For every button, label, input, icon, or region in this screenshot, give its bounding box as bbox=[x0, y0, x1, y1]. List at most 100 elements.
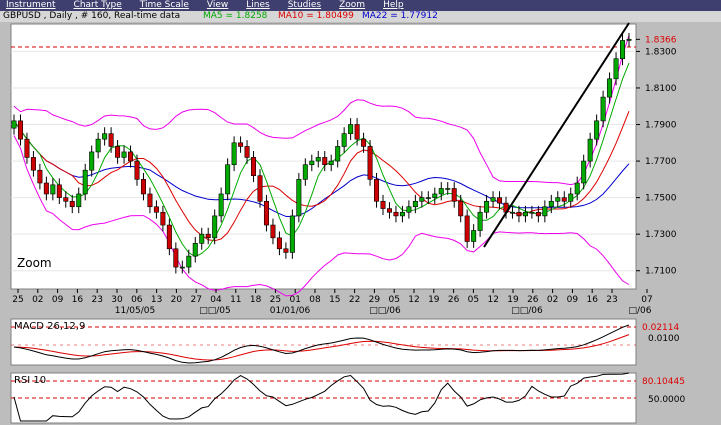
price-month-label: 11/05/05 bbox=[115, 306, 155, 316]
candle-up bbox=[335, 146, 341, 162]
menu-instrument[interactable]: Instrument bbox=[6, 0, 56, 11]
candle-up bbox=[82, 169, 88, 195]
candle-up bbox=[95, 138, 101, 153]
price-x-label: 05 bbox=[388, 295, 399, 305]
candle-down bbox=[270, 224, 276, 239]
candle-down bbox=[147, 193, 153, 208]
price-x-axis: 25 02 09 16 23 30 06 13 20 27 04 11 18 25 01 08 15 22 29 05… bbox=[12, 289, 653, 316]
candle-down bbox=[43, 182, 49, 195]
candle-up bbox=[412, 200, 418, 208]
candle-up bbox=[425, 197, 431, 199]
ma22-value: MA22 = 1.77912 bbox=[362, 11, 438, 21]
price-x-label: 19 bbox=[428, 295, 440, 305]
price-x-label: 09 bbox=[52, 295, 64, 305]
price-x-label: 30 bbox=[111, 295, 123, 305]
price-y-axis: 1.8366 1.8300 1.8100 1.7900 1.7700 1.7500 1.73… bbox=[636, 35, 677, 277]
candle-up bbox=[315, 157, 321, 162]
candle-up bbox=[607, 78, 613, 98]
rsi-panel[interactable]: RSI 10 80.10445 50.0000 bbox=[0, 371, 721, 425]
candle-up bbox=[199, 233, 205, 244]
candle-down bbox=[153, 206, 159, 213]
menu-bar: Instrument Chart Type Time Scale View Li… bbox=[0, 0, 721, 11]
price-x-label: 02 bbox=[32, 295, 43, 305]
candle-down bbox=[128, 151, 134, 162]
candle-down bbox=[69, 200, 75, 208]
candle-down bbox=[535, 211, 541, 217]
candle-up bbox=[309, 160, 315, 166]
candle-down bbox=[238, 142, 244, 147]
candle-up bbox=[587, 138, 593, 162]
candle-down bbox=[244, 146, 250, 158]
candle-up bbox=[548, 200, 554, 208]
price-y-label: 1.7300 bbox=[645, 230, 677, 240]
candle-up bbox=[341, 133, 347, 147]
candle-down bbox=[115, 146, 121, 158]
candle-up bbox=[620, 40, 626, 60]
candle-down bbox=[24, 138, 30, 158]
price-x-label: 04 bbox=[210, 295, 222, 305]
candle-up bbox=[555, 197, 561, 202]
candle-up bbox=[296, 179, 302, 217]
candle-up bbox=[581, 160, 587, 184]
candle-up bbox=[432, 193, 438, 198]
menu-studies[interactable]: Studies bbox=[288, 0, 321, 11]
candle-up bbox=[218, 193, 224, 217]
menu-lines[interactable]: Lines bbox=[246, 0, 269, 11]
price-x-label: 08 bbox=[309, 295, 321, 305]
candle-down bbox=[386, 208, 392, 213]
candle-down bbox=[30, 157, 36, 171]
candle bbox=[289, 209, 295, 259]
candle-up bbox=[89, 151, 95, 171]
price-x-label: 19 bbox=[507, 295, 519, 305]
macd-axis-label: 0.0100 bbox=[648, 334, 680, 344]
price-x-label: 13 bbox=[151, 295, 162, 305]
candle-up bbox=[225, 164, 231, 195]
rsi-value-label: 80.10445 bbox=[642, 377, 685, 387]
price-y-label: 1.7900 bbox=[645, 121, 677, 131]
symbol-info: GBPUSD , Daily , # 160, Real-time data bbox=[3, 11, 181, 21]
price-x-label: 02 bbox=[547, 295, 558, 305]
candle-up bbox=[289, 215, 295, 253]
ma5-value: MA5 = 1.8258 bbox=[203, 11, 268, 21]
candle-down bbox=[458, 200, 464, 217]
price-y-label: 1.7700 bbox=[645, 157, 677, 167]
menu-chart-type[interactable]: Chart Type bbox=[74, 0, 122, 11]
candle-up bbox=[542, 206, 548, 217]
candle-up bbox=[302, 164, 308, 180]
price-panel[interactable]: Zoom 1.8366 1.8300 1.8100 1.7900 1.7700 1.750… bbox=[0, 22, 721, 317]
zoom-label[interactable]: Zoom bbox=[17, 256, 52, 270]
price-x-label: 12 bbox=[487, 295, 498, 305]
candle-up bbox=[406, 206, 412, 213]
menu-view[interactable]: View bbox=[207, 0, 228, 11]
price-y-label: 1.7500 bbox=[645, 194, 677, 204]
candle-up bbox=[186, 255, 192, 268]
candle-up bbox=[50, 184, 56, 195]
candle-down bbox=[37, 169, 43, 184]
price-x-label: 25 bbox=[12, 295, 23, 305]
candle-down bbox=[56, 184, 62, 198]
candle-up bbox=[509, 211, 515, 214]
indicator-header: GBPUSD , Daily , # 160, Real-time data M… bbox=[0, 11, 721, 22]
candle-up bbox=[477, 211, 483, 231]
menu-zoom[interactable]: Zoom bbox=[339, 0, 365, 11]
candle-down bbox=[354, 124, 360, 140]
menu-help[interactable]: Help bbox=[383, 0, 404, 11]
price-x-label: 05 bbox=[468, 295, 479, 305]
price-month-label: □□/06 bbox=[369, 306, 401, 316]
candle-down bbox=[451, 188, 457, 202]
candle-up bbox=[594, 120, 600, 140]
candle-down bbox=[516, 211, 522, 217]
candle-up bbox=[212, 215, 218, 239]
macd-panel[interactable]: MACD 26,12,9 0.02114 0.0100 bbox=[0, 317, 721, 369]
candle-down bbox=[160, 211, 166, 226]
menu-time-scale[interactable]: Time Scale bbox=[140, 0, 189, 11]
candle-up bbox=[328, 160, 334, 166]
candle-down bbox=[393, 211, 399, 217]
candle-down bbox=[380, 200, 386, 209]
candle-up bbox=[613, 58, 619, 80]
candle-down bbox=[561, 197, 567, 202]
candle bbox=[225, 158, 231, 201]
price-x-label: 22 bbox=[349, 295, 360, 305]
price-x-label: 20 bbox=[171, 295, 183, 305]
price-x-label: 16 bbox=[72, 295, 84, 305]
